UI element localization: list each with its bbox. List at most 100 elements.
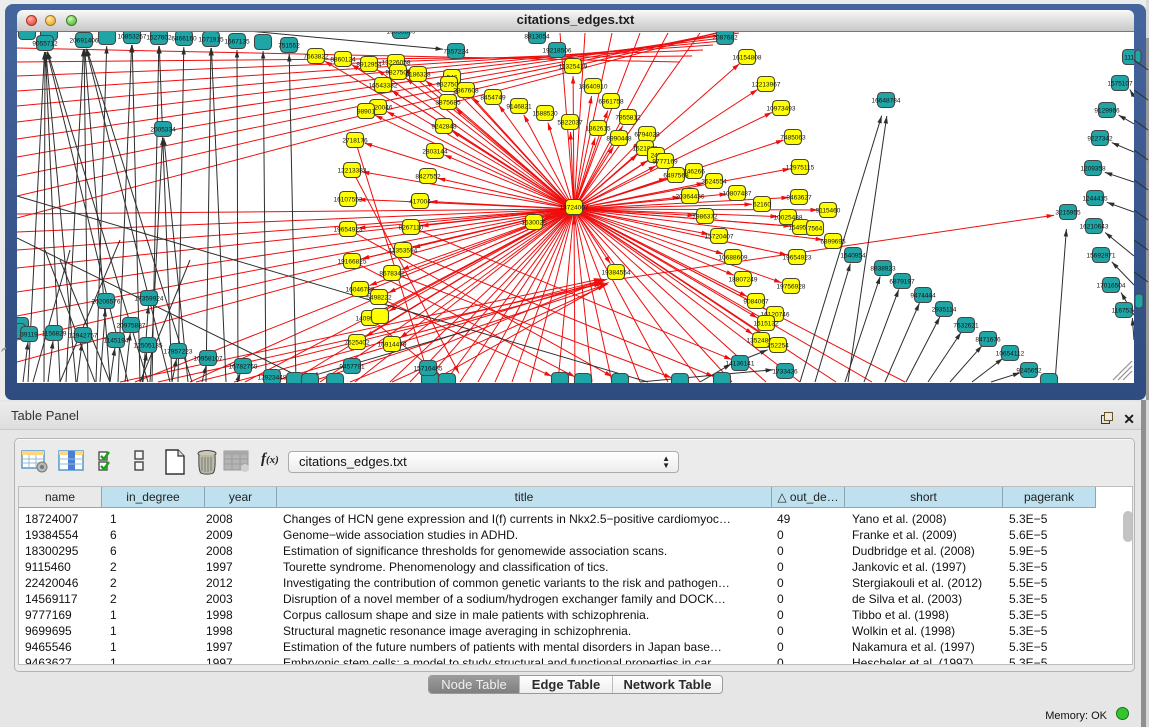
svg-text:8990448: 8990448 [606, 135, 632, 142]
svg-text:7357224: 7357224 [443, 48, 469, 55]
svg-text:252254: 252254 [767, 342, 789, 349]
svg-text:8938923: 8938923 [870, 265, 896, 272]
svg-text:20206576: 20206576 [92, 298, 121, 305]
svg-text:9457791: 9457791 [339, 363, 365, 370]
svg-text:16543382: 16543382 [369, 82, 398, 89]
svg-text:1588520: 1588520 [532, 110, 558, 117]
svg-text:6899695: 6899695 [820, 238, 846, 245]
svg-text:14136141: 14136141 [726, 360, 755, 367]
svg-text:39119: 39119 [20, 331, 38, 338]
svg-text:3215955: 3215955 [1055, 209, 1081, 216]
svg-text:6961758: 6961758 [598, 98, 624, 105]
svg-text:16648784: 16648784 [872, 97, 901, 104]
svg-text:1145194: 1145194 [104, 337, 129, 344]
svg-text:1575107: 1575107 [1107, 80, 1133, 87]
svg-text:10973493: 10973493 [767, 105, 796, 112]
svg-text:8471676: 8471676 [975, 336, 1001, 343]
svg-text:19654923: 19654923 [783, 254, 812, 261]
svg-text:98901: 98901 [357, 108, 375, 115]
svg-text:7625402: 7625402 [344, 339, 370, 346]
svg-text:2087682: 2087682 [712, 34, 738, 41]
svg-text:10688609: 10688609 [719, 254, 748, 261]
svg-text:15716485: 15716485 [414, 365, 443, 372]
svg-text:1530025: 1530025 [521, 219, 547, 226]
svg-text:2803144: 2803144 [422, 148, 448, 155]
svg-text:7564: 7564 [808, 225, 823, 232]
svg-text:12505135: 12505135 [134, 342, 163, 349]
svg-text:8267110: 8267110 [399, 224, 424, 231]
svg-text:7955812: 7955812 [615, 114, 641, 121]
svg-text:1733426: 1733426 [772, 368, 798, 375]
svg-text:11353594: 11353594 [389, 247, 418, 254]
svg-text:10807487: 10807487 [723, 190, 752, 197]
svg-text:5822037: 5822037 [557, 119, 583, 126]
svg-text:3875685: 3875685 [435, 99, 461, 106]
svg-text:18807249: 18807249 [729, 276, 758, 283]
svg-text:9474444: 9474444 [910, 292, 936, 299]
svg-text:12213967: 12213967 [752, 81, 781, 88]
svg-text:2367608: 2367608 [453, 87, 479, 94]
svg-text:2718176: 2718176 [342, 137, 368, 144]
svg-text:9129966: 9129966 [1094, 107, 1120, 114]
svg-text:1640954: 1640954 [840, 252, 866, 259]
svg-text:9777169: 9777169 [652, 158, 678, 165]
svg-text:15692971: 15692971 [1087, 252, 1116, 259]
svg-text:17016504: 17016504 [1097, 282, 1126, 289]
svg-text:6794028: 6794028 [634, 131, 660, 138]
svg-text:9242848: 9242848 [431, 123, 457, 130]
svg-text:1112: 1112 [1124, 54, 1134, 61]
svg-text:6466160: 6466160 [171, 35, 197, 42]
svg-text:1615132: 1615132 [753, 320, 779, 327]
svg-text:9245652: 9245652 [1016, 367, 1042, 374]
svg-text:12975115: 12975115 [786, 164, 815, 171]
svg-text:12923448: 12923448 [258, 374, 287, 381]
svg-text:1667135: 1667135 [224, 38, 250, 45]
svg-text:8912954: 8912954 [356, 61, 382, 68]
svg-text:9084067: 9084067 [743, 298, 769, 305]
svg-text:20691406: 20691406 [70, 37, 99, 44]
svg-text:19654923: 19654923 [334, 226, 363, 233]
svg-text:6497568: 6497568 [663, 172, 689, 179]
svg-text:8427552: 8427552 [415, 173, 441, 180]
svg-text:16033809: 16033809 [387, 32, 416, 35]
svg-text:9146821: 9146821 [506, 103, 532, 110]
svg-text:9055712: 9055712 [32, 40, 58, 47]
svg-text:16914479: 16914479 [378, 341, 407, 348]
svg-text:10853267: 10853267 [118, 33, 147, 40]
svg-text:19756928: 19756928 [777, 283, 806, 290]
svg-text:7632621: 7632621 [953, 322, 979, 329]
svg-text:17359924: 17359924 [135, 295, 164, 302]
svg-text:18640910: 18640910 [579, 83, 608, 90]
svg-text:16107552: 16107552 [334, 196, 363, 203]
svg-text:9227342: 9227342 [1087, 135, 1113, 142]
svg-text:16154808: 16154808 [733, 54, 762, 61]
svg-text:10958107: 10958107 [194, 355, 223, 362]
svg-text:9115460: 9115460 [816, 207, 841, 214]
svg-text:12213383: 12213383 [338, 167, 367, 174]
svg-text:6879197: 6879197 [889, 278, 915, 285]
svg-text:8813054: 8813054 [524, 33, 550, 40]
svg-text:8860124: 8860124 [330, 56, 356, 63]
svg-text:16210643: 16210643 [1080, 223, 1109, 230]
svg-text:19218506: 19218506 [543, 47, 572, 54]
svg-text:20364436: 20364436 [676, 193, 705, 200]
svg-text:1527602: 1527602 [146, 34, 172, 41]
svg-text:1209358: 1209358 [1080, 165, 1106, 172]
svg-text:7485063: 7485063 [780, 134, 806, 141]
svg-text:62160: 62160 [753, 201, 771, 208]
svg-text:417004: 417004 [409, 198, 431, 205]
svg-text:1167534: 1167534 [1112, 307, 1134, 314]
svg-text:8678342: 8678342 [379, 270, 405, 277]
svg-text:12942757: 12942757 [69, 332, 98, 339]
svg-text:19384554: 19384554 [602, 269, 631, 276]
svg-text:7663822: 7663822 [303, 53, 329, 60]
svg-text:19166825: 19166825 [338, 258, 367, 265]
svg-text:10654112: 10654112 [996, 350, 1025, 357]
svg-text:5498222: 5498222 [366, 294, 392, 301]
svg-text:7986372: 7986372 [692, 213, 718, 220]
svg-text:1244415: 1244415 [1082, 195, 1108, 202]
svg-text:8454749: 8454749 [480, 94, 506, 101]
svg-text:18724007: 18724007 [560, 204, 589, 211]
svg-text:15720407: 15720407 [705, 233, 734, 240]
svg-text:1156829: 1156829 [42, 330, 67, 337]
